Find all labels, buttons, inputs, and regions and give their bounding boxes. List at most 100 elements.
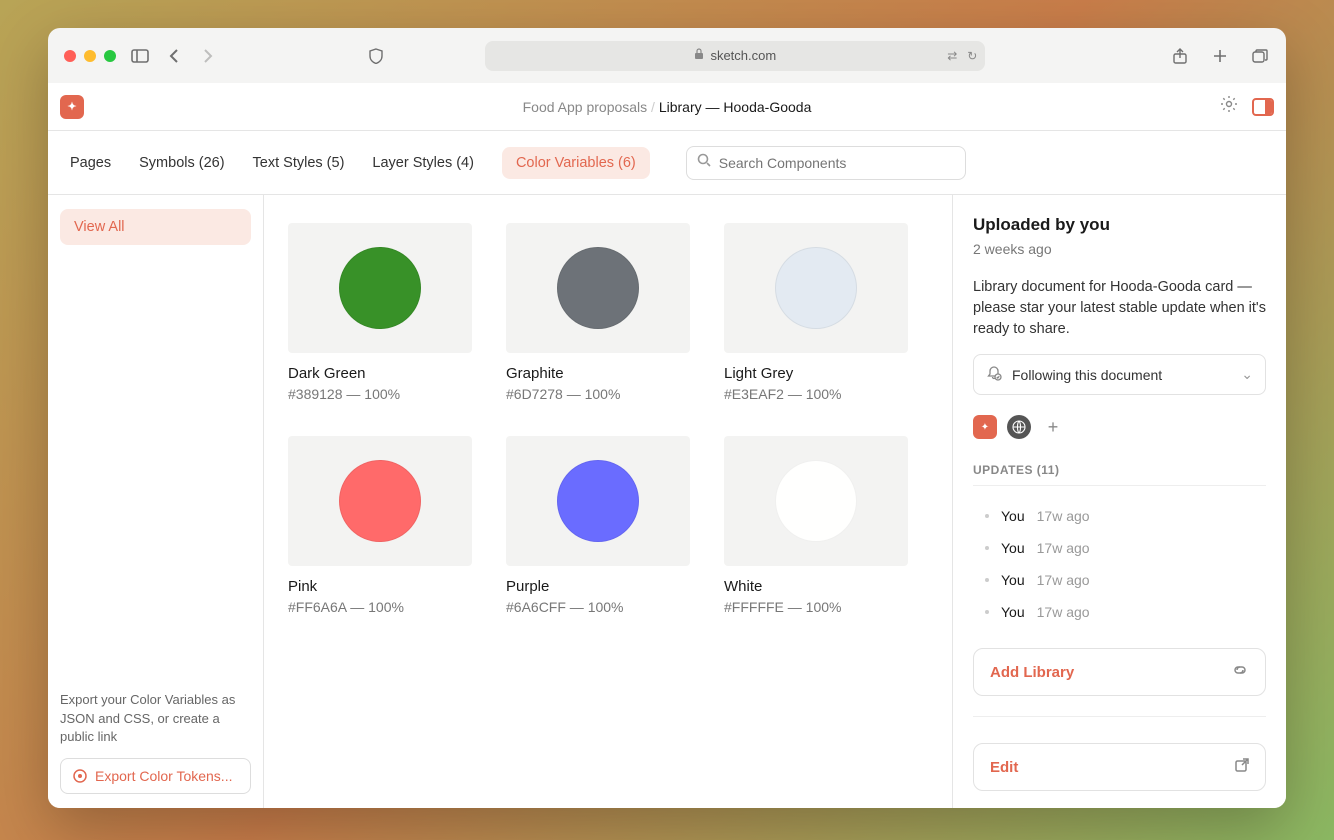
right-panel-toggle[interactable] — [1252, 98, 1274, 116]
document-members: ✦ + — [973, 415, 1266, 439]
swatch-meta: #389128 — 100% — [288, 386, 472, 402]
panel-description: Library document for Hooda-Gooda card — … — [973, 277, 1266, 340]
search-box[interactable] — [686, 146, 966, 180]
app-logo[interactable]: ✦ — [60, 95, 84, 119]
swatch-meta: #6A6CFF — 100% — [506, 599, 690, 615]
bullet-icon — [985, 546, 989, 550]
swatch-circle — [557, 460, 639, 542]
swatch-circle — [775, 247, 857, 329]
add-member-button[interactable]: + — [1041, 415, 1065, 439]
maximize-window-button[interactable] — [104, 50, 116, 62]
swatch-name: Purple — [506, 578, 690, 595]
export-button-label: Export Color Tokens... — [95, 768, 232, 784]
swatch-circle — [775, 460, 857, 542]
shield-icon[interactable] — [366, 46, 386, 66]
update-time: 17w ago — [1037, 604, 1090, 620]
forward-button[interactable] — [198, 46, 218, 66]
swatch-name: Dark Green — [288, 365, 472, 382]
member-avatar-public[interactable] — [1007, 415, 1031, 439]
breadcrumb-current: Library — Hooda-Gooda — [659, 99, 812, 115]
update-row[interactable]: You 17w ago — [973, 500, 1266, 532]
search-input[interactable] — [719, 155, 955, 171]
bell-icon — [986, 365, 1002, 384]
color-swatch-card[interactable]: Light Grey #E3EAF2 — 100% — [724, 223, 908, 402]
bullet-icon — [985, 578, 989, 582]
close-window-button[interactable] — [64, 50, 76, 62]
swatch-preview — [506, 436, 690, 566]
updates-list: You 17w ago You 17w ago You 17w ago You … — [973, 500, 1266, 628]
tab-color-variables[interactable]: Color Variables (6) — [502, 147, 650, 179]
update-row[interactable]: You 17w ago — [973, 596, 1266, 628]
follow-document-dropdown[interactable]: Following this document ⌄ — [973, 354, 1266, 395]
panel-title: Uploaded by you — [973, 215, 1266, 235]
link-icon — [1231, 663, 1249, 681]
swatch-meta: #FFFFFE — 100% — [724, 599, 908, 615]
color-swatch-card[interactable]: Graphite #6D7278 — 100% — [506, 223, 690, 402]
bullet-icon — [985, 610, 989, 614]
add-library-button[interactable]: Add Library — [973, 648, 1266, 696]
edit-label: Edit — [990, 759, 1018, 776]
translate-icon[interactable]: ⇄ — [947, 49, 957, 63]
swatch-name: Graphite — [506, 365, 690, 382]
tab-symbols[interactable]: Symbols (26) — [139, 147, 224, 179]
color-swatch-card[interactable]: Dark Green #389128 — 100% — [288, 223, 472, 402]
swatch-name: Pink — [288, 578, 472, 595]
tab-layer-styles[interactable]: Layer Styles (4) — [372, 147, 474, 179]
tab-text-styles[interactable]: Text Styles (5) — [253, 147, 345, 179]
update-row[interactable]: You 17w ago — [973, 532, 1266, 564]
breadcrumb: Food App proposals / Library — Hooda-Goo… — [523, 99, 812, 115]
update-row[interactable]: You 17w ago — [973, 564, 1266, 596]
swatch-preview — [288, 223, 472, 353]
follow-label: Following this document — [1012, 367, 1162, 383]
tabs-row: Pages Symbols (26) Text Styles (5) Layer… — [48, 131, 1286, 195]
swatch-circle — [339, 247, 421, 329]
export-note: Export your Color Variables as JSON and … — [60, 691, 251, 746]
swatch-preview — [724, 223, 908, 353]
left-sidebar: View All Export your Color Variables as … — [48, 195, 264, 808]
export-color-tokens-button[interactable]: Export Color Tokens... — [60, 758, 251, 794]
color-grid: Dark Green #389128 — 100% Graphite #6D72… — [288, 223, 928, 615]
tab-pages[interactable]: Pages — [70, 147, 111, 179]
settings-icon[interactable] — [1220, 95, 1238, 118]
color-swatch-card[interactable]: White #FFFFFE — 100% — [724, 436, 908, 615]
swatch-meta: #E3EAF2 — 100% — [724, 386, 908, 402]
main-content: Dark Green #389128 — 100% Graphite #6D72… — [264, 195, 952, 808]
right-panel: Uploaded by you 2 weeks ago Library docu… — [952, 195, 1286, 808]
browser-window: sketch.com ⇄ ↻ ✦ Food App proposals / Li… — [48, 28, 1286, 808]
edit-button[interactable]: Edit — [973, 743, 1266, 791]
color-swatch-card[interactable]: Pink #FF6A6A — 100% — [288, 436, 472, 615]
swatch-preview — [724, 436, 908, 566]
browser-chrome: sketch.com ⇄ ↻ — [48, 28, 1286, 83]
new-tab-icon[interactable] — [1210, 46, 1230, 66]
bullet-icon — [985, 514, 989, 518]
external-link-icon — [1235, 758, 1249, 776]
update-time: 17w ago — [1037, 540, 1090, 556]
update-time: 17w ago — [1037, 508, 1090, 524]
minimize-window-button[interactable] — [84, 50, 96, 62]
update-time: 17w ago — [1037, 572, 1090, 588]
update-author: You — [1001, 508, 1025, 524]
address-bar[interactable]: sketch.com ⇄ ↻ — [485, 41, 985, 71]
swatch-meta: #6D7278 — 100% — [506, 386, 690, 402]
member-avatar-owner[interactable]: ✦ — [973, 415, 997, 439]
breadcrumb-parent[interactable]: Food App proposals — [523, 99, 648, 115]
reload-icon[interactable]: ↻ — [967, 49, 977, 63]
color-swatch-card[interactable]: Purple #6A6CFF — 100% — [506, 436, 690, 615]
traffic-lights — [64, 50, 116, 62]
chevron-down-icon: ⌄ — [1241, 366, 1253, 383]
swatch-name: Light Grey — [724, 365, 908, 382]
share-icon[interactable] — [1170, 46, 1190, 66]
update-author: You — [1001, 572, 1025, 588]
back-button[interactable] — [164, 46, 184, 66]
app-header: ✦ Food App proposals / Library — Hooda-G… — [48, 83, 1286, 131]
lock-icon — [694, 48, 704, 63]
search-icon — [697, 153, 711, 172]
swatch-name: White — [724, 578, 908, 595]
swatch-preview — [288, 436, 472, 566]
sidebar-toggle-icon[interactable] — [130, 46, 150, 66]
update-author: You — [1001, 540, 1025, 556]
address-bar-host: sketch.com — [710, 48, 776, 63]
tabs-overview-icon[interactable] — [1250, 46, 1270, 66]
sidebar-view-all[interactable]: View All — [60, 209, 251, 245]
add-library-label: Add Library — [990, 664, 1074, 681]
